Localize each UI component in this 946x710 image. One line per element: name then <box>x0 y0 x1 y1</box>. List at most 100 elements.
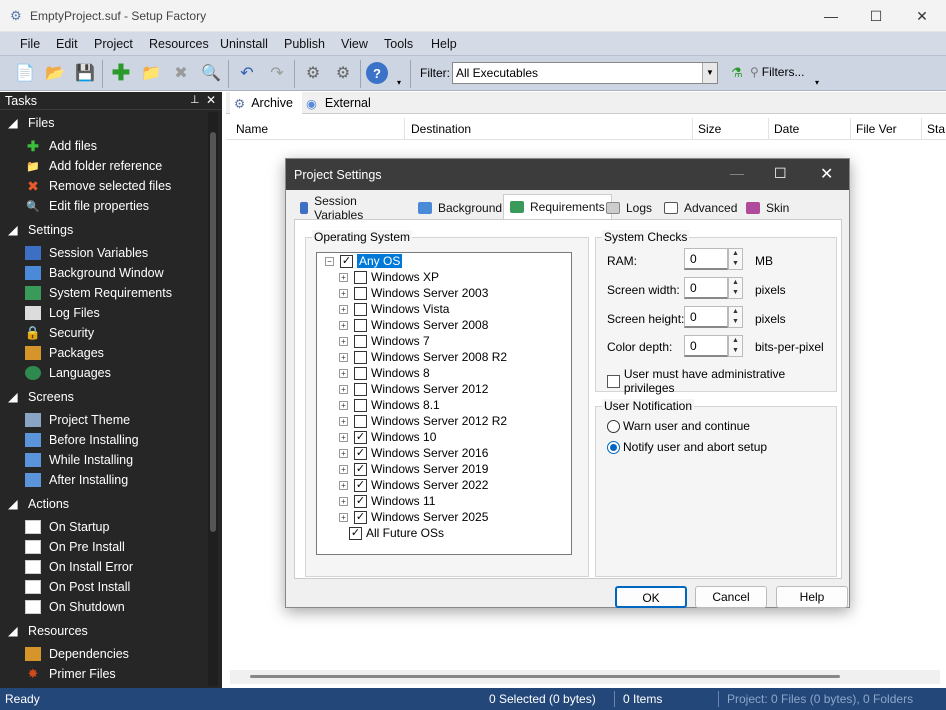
tab-requirements[interactable]: Requirements <box>503 194 612 219</box>
settings-icon[interactable]: ⚙ <box>330 61 356 85</box>
os-checkbox[interactable]: ✓ <box>354 494 367 508</box>
admin-checkbox[interactable] <box>607 374 620 388</box>
expand-icon[interactable]: + <box>339 288 348 298</box>
task-primer-files[interactable]: ✸ Primer Files <box>25 666 116 681</box>
os-checkbox[interactable] <box>354 398 367 412</box>
os-checkbox[interactable]: ✓ <box>354 446 367 460</box>
os-checkbox[interactable]: ✓ <box>354 478 367 492</box>
screen-width-field[interactable]: 0 <box>684 277 728 299</box>
checkbox-any-os[interactable]: ✓ <box>340 254 353 268</box>
help-icon[interactable]: ? <box>366 62 388 84</box>
os-checkbox[interactable]: ✓ <box>354 510 367 524</box>
task-on-pre-install[interactable]: On Pre Install <box>25 540 125 554</box>
task-on-install-error[interactable]: On Install Error <box>25 560 133 574</box>
expand-icon[interactable]: + <box>339 496 348 506</box>
remove-icon[interactable]: ✖ <box>168 61 194 85</box>
tab-background[interactable]: Background <box>412 197 508 219</box>
os-row[interactable]: + Windows Vista <box>339 301 449 317</box>
warn-radio[interactable] <box>607 419 620 433</box>
expand-icon[interactable]: + <box>339 336 348 346</box>
build-icon[interactable]: ⚙ <box>300 61 326 85</box>
task-on-shutdown[interactable]: On Shutdown <box>25 600 125 614</box>
expand-icon[interactable]: + <box>339 416 348 426</box>
task-before-installing[interactable]: Before Installing <box>25 433 139 447</box>
tab-logs[interactable]: Logs <box>600 197 658 219</box>
os-checkbox[interactable] <box>354 334 367 348</box>
os-row[interactable]: + ✓ Windows Server 2022 <box>339 477 488 493</box>
column-divider[interactable] <box>921 118 922 140</box>
task-system-requirements[interactable]: System Requirements <box>25 286 172 300</box>
os-row[interactable]: + Windows Server 2003 <box>339 285 488 301</box>
task-project-theme[interactable]: Project Theme <box>25 413 130 427</box>
task-pane-scrollbar[interactable] <box>208 112 218 686</box>
os-row[interactable]: + ✓ Windows Server 2016 <box>339 445 488 461</box>
task-on-startup[interactable]: On Startup <box>25 520 109 534</box>
os-row[interactable]: + ✓ Windows Server 2025 <box>339 509 488 525</box>
add-folder-icon[interactable]: 📁 <box>138 61 164 85</box>
collapse-icon[interactable]: − <box>325 256 334 266</box>
os-checkbox[interactable] <box>354 286 367 300</box>
expand-icon[interactable]: + <box>339 448 348 458</box>
admin-checkbox-row[interactable]: User must have administrative privileges <box>607 367 836 395</box>
os-checkbox[interactable]: ✓ <box>354 462 367 476</box>
task-session-variables[interactable]: Session Variables <box>25 246 148 260</box>
cancel-button[interactable]: Cancel <box>695 586 767 608</box>
menu-edit[interactable]: Edit <box>56 37 78 51</box>
col-name[interactable]: Name <box>236 122 268 136</box>
section-settings[interactable]: ◢ Settings <box>8 222 73 237</box>
dialog-close-button[interactable]: ✕ <box>820 164 833 184</box>
column-divider[interactable] <box>404 118 405 140</box>
task-add-files[interactable]: ✚ Add files <box>25 138 97 154</box>
task-packages[interactable]: Packages <box>25 346 104 360</box>
scrollbar-thumb[interactable] <box>210 132 216 532</box>
task-languages[interactable]: Languages <box>25 366 111 380</box>
tab-external[interactable]: ◉ External <box>306 92 371 114</box>
column-divider[interactable] <box>692 118 693 140</box>
task-security[interactable]: 🔒 Security <box>25 325 94 340</box>
os-row[interactable]: + Windows Server 2012 R2 <box>339 413 507 429</box>
properties-icon[interactable]: 🔍 <box>198 61 224 85</box>
ram-field[interactable]: 0 <box>684 248 728 270</box>
toolbar-overflow-icon[interactable]: ▾ <box>815 78 819 87</box>
pin-icon[interactable]: ⊥ <box>190 93 200 106</box>
tab-advanced[interactable]: Advanced <box>658 197 743 219</box>
expand-icon[interactable]: + <box>339 384 348 394</box>
expand-icon[interactable]: + <box>339 368 348 378</box>
expand-icon[interactable]: + <box>339 432 348 442</box>
menu-publish[interactable]: Publish <box>284 37 325 51</box>
col-date[interactable]: Date <box>774 122 799 136</box>
os-tree[interactable]: − ✓ Any OS + Windows XP + Windows Server 20… <box>316 252 572 555</box>
filters-button[interactable]: ⚲ Filters... <box>750 65 804 79</box>
col-status[interactable]: Sta <box>927 122 945 136</box>
ok-button[interactable]: OK <box>615 586 687 608</box>
task-dependencies[interactable]: Dependencies <box>25 647 129 661</box>
expand-icon[interactable]: + <box>339 464 348 474</box>
help-button[interactable]: Help <box>776 586 848 608</box>
col-file-ver[interactable]: File Ver <box>856 122 897 136</box>
checkbox-future[interactable]: ✓ <box>349 526 362 540</box>
tab-session-variables[interactable]: Session Variables <box>294 194 375 222</box>
section-resources[interactable]: ◢ Resources <box>8 623 88 638</box>
col-size[interactable]: Size <box>698 122 721 136</box>
menu-help[interactable]: Help <box>431 37 457 51</box>
column-divider[interactable] <box>850 118 851 140</box>
task-remove-files[interactable]: ✖ Remove selected files <box>25 178 171 194</box>
screen-height-stepper[interactable]: ▲ ▼ <box>728 306 743 328</box>
open-folder-icon[interactable]: 📂 <box>42 61 68 85</box>
abort-radio-row[interactable]: Notify user and abort setup <box>607 440 767 454</box>
os-checkbox[interactable] <box>354 366 367 380</box>
task-background-window[interactable]: Background Window <box>25 266 164 280</box>
dialog-minimize-button[interactable]: — <box>730 165 744 181</box>
screen-width-stepper[interactable]: ▲ ▼ <box>728 277 743 299</box>
menu-view[interactable]: View <box>341 37 368 51</box>
expand-icon[interactable]: + <box>339 272 348 282</box>
close-pane-icon[interactable]: ✕ <box>206 93 216 107</box>
expand-icon[interactable]: + <box>339 512 348 522</box>
expand-icon[interactable]: + <box>339 480 348 490</box>
os-row[interactable]: + Windows Server 2008 <box>339 317 488 333</box>
tab-archive[interactable]: ⚙ Archive <box>230 92 302 114</box>
add-icon[interactable]: ✚ <box>108 60 134 85</box>
dialog-maximize-button[interactable]: ☐ <box>774 165 787 182</box>
os-row[interactable]: + Windows 7 <box>339 333 430 349</box>
filter-add-icon[interactable]: ⚗ <box>724 61 750 85</box>
